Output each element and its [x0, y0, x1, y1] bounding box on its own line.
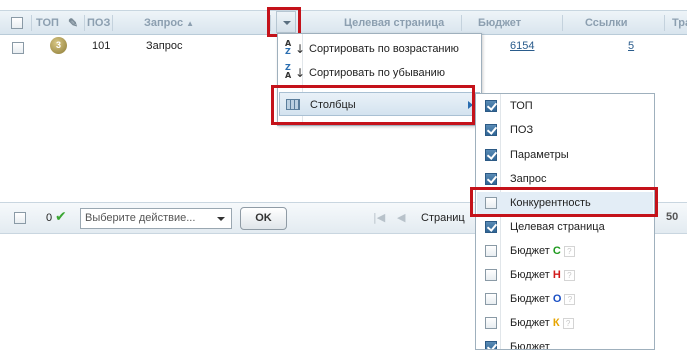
submenu-arrow-icon — [468, 101, 473, 109]
first-page-icon[interactable]: |◀ — [373, 211, 385, 224]
column-checkbox[interactable] — [485, 317, 497, 329]
column-option-label: Бюджет О? — [510, 288, 576, 310]
column-option-label: Запрос — [510, 173, 547, 185]
column-checkbox[interactable] — [485, 269, 497, 281]
column-checkbox[interactable] — [485, 197, 497, 209]
header-links[interactable]: Ссылки — [585, 11, 628, 35]
help-icon: ? — [563, 245, 575, 257]
green-check-icon: ✔ — [55, 209, 67, 225]
column-option[interactable]: Бюджет О? — [477, 288, 653, 310]
column-option[interactable]: Целевая страница — [477, 216, 653, 238]
column-option-label: Бюджет Н? — [510, 264, 575, 286]
column-checkbox[interactable] — [485, 149, 497, 161]
header-traffic[interactable]: Трафи — [672, 11, 687, 35]
columns-item[interactable]: Столбцы — [279, 92, 480, 116]
column-menu: A Z ↓ Сортировать по возрастанию Z A ↓ С… — [277, 33, 482, 126]
header-query-label: Запрос — [144, 17, 184, 29]
edit-pencil-icon[interactable]: ✎ — [68, 11, 78, 35]
column-option-label: Бюджет С? — [510, 240, 575, 262]
column-option[interactable]: Параметры — [477, 144, 653, 166]
row-checkbox[interactable] — [12, 42, 24, 54]
header-divider — [112, 15, 113, 31]
column-checkbox[interactable] — [485, 245, 497, 257]
row-pos: 101 — [92, 40, 111, 52]
sort-ascending-item[interactable]: A Z ↓ Сортировать по возрастанию — [279, 37, 480, 61]
row-budget-link[interactable]: 6154 — [510, 40, 534, 52]
header-divider — [461, 15, 462, 31]
top-rank-badge: 3 — [50, 37, 67, 54]
columns-submenu: ТОП ПОЗ Параметры Запрос Конкурентность … — [475, 93, 655, 350]
header-target-page[interactable]: Целевая страница — [344, 11, 444, 35]
header-divider — [562, 15, 563, 31]
column-checkbox[interactable] — [485, 173, 497, 185]
header-pos[interactable]: ПОЗ — [87, 11, 110, 35]
triangle-up-icon: ▲ — [186, 19, 195, 28]
help-icon: ? — [564, 293, 576, 305]
pager-label: Страниц — [421, 212, 465, 224]
column-option-label: Параметры — [510, 149, 569, 161]
column-checkbox[interactable] — [485, 221, 497, 233]
column-checkbox[interactable] — [485, 100, 497, 112]
column-option-competition[interactable]: Конкурентность — [477, 192, 653, 214]
column-checkbox[interactable] — [485, 293, 497, 305]
column-option[interactable]: ПОЗ — [477, 119, 653, 141]
header-budget[interactable]: Бюджет — [478, 11, 521, 35]
header-query[interactable]: Запрос ▲ — [144, 11, 194, 35]
header-divider — [31, 15, 32, 31]
column-option-label: Целевая страница — [510, 221, 605, 233]
column-option[interactable]: Бюджет С? — [477, 240, 653, 262]
column-option[interactable]: Бюджет К? — [477, 312, 653, 334]
column-option-label: Бюджет К? — [510, 312, 574, 334]
prev-page-icon[interactable]: ◀ — [397, 211, 405, 224]
column-checkbox[interactable] — [485, 124, 497, 136]
sort-descending-label: Сортировать по убыванию — [309, 67, 446, 79]
bottom-select-checkbox[interactable] — [14, 212, 26, 224]
header-divider — [664, 15, 665, 31]
sort-ascending-label: Сортировать по возрастанию — [309, 43, 459, 55]
action-select[interactable]: Выберите действие... — [80, 208, 232, 229]
row-query: Запрос — [146, 40, 183, 52]
column-checkbox[interactable] — [485, 341, 497, 349]
column-option-label: Бюджет — [510, 341, 550, 350]
per-page-value[interactable]: 50 — [666, 211, 678, 223]
header-divider — [84, 15, 85, 31]
grid-header: ТОП ✎ ПОЗ Запрос ▲ Целевая страница Бюдж… — [0, 10, 687, 35]
help-icon: ? — [562, 317, 574, 329]
columns-icon — [286, 99, 300, 110]
column-option-label: ТОП — [510, 100, 533, 112]
column-option-label: Конкурентность — [510, 197, 591, 209]
column-option[interactable]: Бюджет Н? — [477, 264, 653, 286]
column-option[interactable]: Запрос — [477, 168, 653, 190]
header-divider — [270, 15, 271, 31]
selected-count: 0 — [46, 212, 53, 224]
column-menu-trigger[interactable] — [276, 11, 296, 33]
column-option-label: ПОЗ — [510, 124, 534, 136]
column-option[interactable]: ТОП — [477, 95, 653, 117]
select-all-checkbox[interactable] — [11, 11, 23, 35]
ok-button[interactable]: OK — [240, 207, 287, 230]
sort-descending-item[interactable]: Z A ↓ Сортировать по убыванию — [279, 61, 480, 85]
columns-label: Столбцы — [310, 99, 356, 111]
column-option[interactable]: Бюджет — [477, 336, 653, 350]
header-top[interactable]: ТОП — [36, 11, 59, 35]
row-links-link[interactable]: 5 — [628, 40, 634, 52]
sort-descending-icon: Z A ↓ — [285, 63, 306, 81]
sort-ascending-icon: A Z ↓ — [285, 39, 306, 57]
help-icon: ? — [563, 269, 575, 281]
